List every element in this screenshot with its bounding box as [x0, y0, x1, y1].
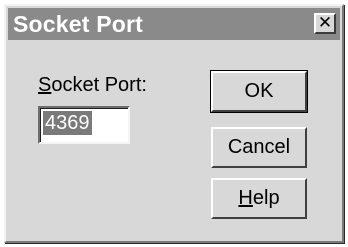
socket-port-input[interactable]: 4369 [38, 106, 130, 144]
help-button[interactable]: Help [211, 178, 307, 219]
ok-button[interactable]: OK [211, 71, 307, 112]
close-icon: ✕ [317, 13, 333, 32]
close-button[interactable]: ✕ [314, 13, 336, 34]
socket-port-dialog: Socket Port ✕ Socket Port: 4369 OK Cance… [4, 4, 344, 243]
window-title: Socket Port [13, 11, 144, 37]
label-mnemonic: S [38, 74, 52, 96]
socket-port-label: Socket Port: [38, 74, 147, 97]
port-value-selected: 4369 [43, 111, 92, 135]
cancel-button[interactable]: Cancel [211, 127, 307, 168]
ok-label: OK [244, 80, 274, 102]
label-text: ocket Port: [51, 74, 147, 96]
title-bar[interactable]: Socket Port ✕ [8, 8, 340, 40]
help-label: elp [252, 187, 280, 209]
help-mnemonic: H [238, 187, 253, 209]
cancel-label: Cancel [227, 136, 291, 158]
